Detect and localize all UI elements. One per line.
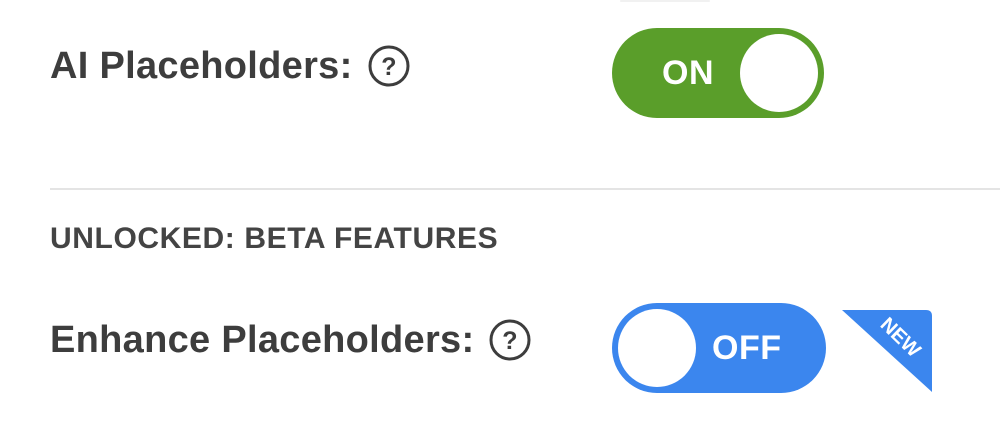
- top-divider-fragment: [620, 0, 710, 2]
- enhance-placeholders-row: Enhance Placeholders: ?: [50, 318, 532, 362]
- enhance-placeholders-toggle[interactable]: OFF: [612, 303, 826, 393]
- question-circle-icon[interactable]: ?: [367, 44, 411, 88]
- beta-features-heading: UNLOCKED: BETA FEATURES: [50, 222, 499, 255]
- svg-text:?: ?: [503, 327, 519, 355]
- toggle-on-text: ON: [662, 54, 714, 92]
- toggle-knob: [740, 34, 818, 112]
- ai-placeholders-toggle[interactable]: ON: [612, 28, 824, 118]
- new-badge: NEW: [842, 310, 932, 392]
- enhance-placeholders-label: Enhance Placeholders:: [50, 318, 475, 361]
- section-divider: [50, 188, 1000, 190]
- ai-placeholders-label: AI Placeholders:: [50, 44, 353, 87]
- ai-placeholders-row: AI Placeholders: ?: [50, 44, 411, 88]
- svg-text:?: ?: [381, 53, 397, 81]
- question-circle-icon[interactable]: ?: [488, 318, 532, 362]
- settings-panel: AI Placeholders: ? ON UNLOCKED: BETA FEA…: [0, 0, 1000, 440]
- toggle-off-text: OFF: [712, 329, 782, 367]
- toggle-knob: [618, 309, 696, 387]
